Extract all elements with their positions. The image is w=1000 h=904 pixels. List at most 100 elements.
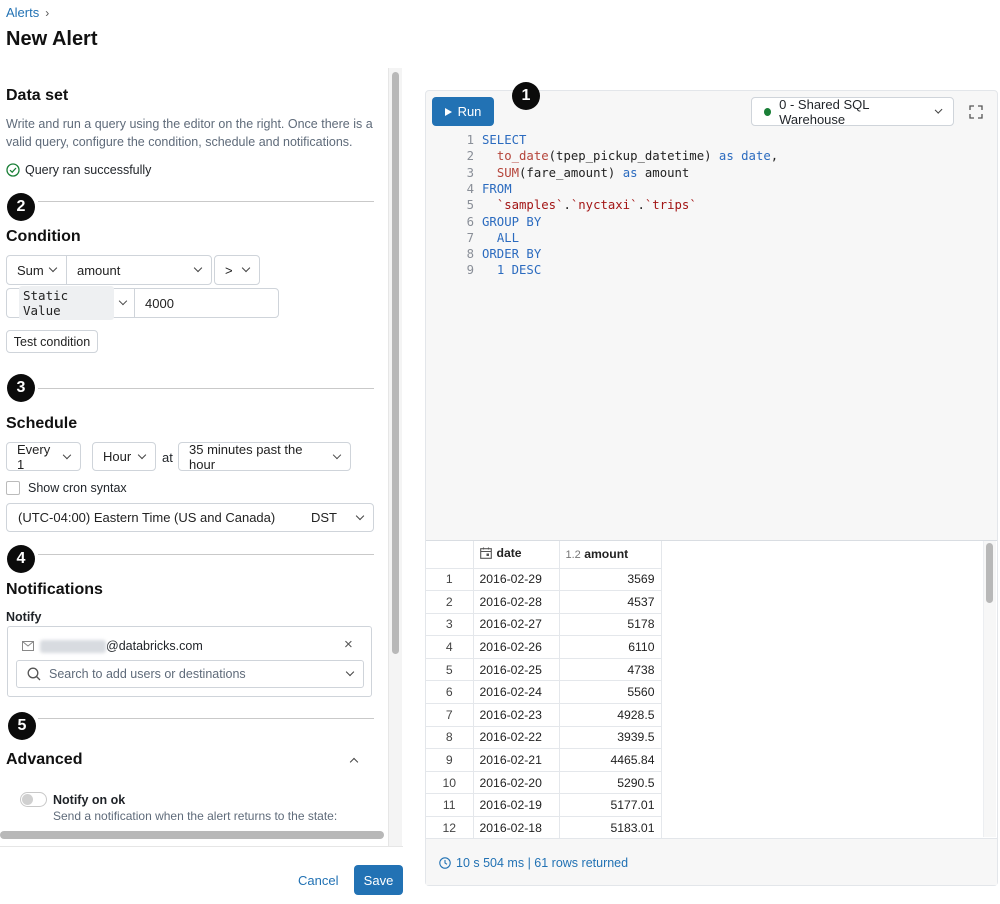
play-icon [444, 107, 452, 116]
row-index-cell: 10 [426, 771, 474, 795]
search-icon [27, 667, 41, 681]
cancel-button[interactable]: Cancel [298, 873, 338, 888]
table-row: 7 2016-02-23 4928.5 [426, 703, 662, 727]
remove-recipient-icon[interactable]: × [344, 636, 353, 653]
advanced-title: Advanced [6, 751, 83, 768]
date-cell: 2016-02-27 [473, 613, 560, 637]
cron-syntax-checkbox[interactable] [6, 481, 20, 495]
code-line[interactable]: 4 FROM [455, 182, 512, 198]
schedule-unit-select[interactable]: Hour [92, 442, 156, 471]
amount-cell: 5183.01 [559, 816, 662, 840]
query-status-text: Query ran successfully [25, 163, 152, 177]
table-row: 6 2016-02-24 5560 [426, 680, 662, 705]
row-index-cell: 9 [426, 748, 474, 772]
column-header-date[interactable]: date [473, 541, 560, 569]
amount-cell: 4465.84 [559, 748, 662, 772]
code-token: FROM [482, 181, 512, 196]
left-panel-horizontal-scrollbar[interactable] [0, 831, 384, 839]
amount-cell: 4928.5 [559, 703, 662, 727]
fullscreen-icon[interactable] [969, 105, 983, 119]
step-badge-4: 4 [7, 545, 35, 573]
code-line[interactable]: 8 ORDER BY [455, 247, 542, 263]
code-line[interactable]: 3 SUM (fare_amount) as amount [455, 165, 690, 182]
code-line[interactable]: 9 1 DESC [455, 263, 542, 279]
run-button[interactable]: Run [432, 97, 494, 126]
numeric-type-badge: 1.2 [565, 549, 581, 562]
aggregation-select[interactable]: Sum [6, 255, 67, 285]
table-row: 10 2016-02-20 5290.5 [426, 771, 662, 795]
timezone-select[interactable]: (UTC-04:00) Eastern Time (US and Canada)… [6, 503, 374, 532]
chevron-down-icon [355, 511, 365, 520]
amount-cell: 3939.5 [559, 726, 662, 750]
recipients-box: @databricks.com × Search to add users or… [7, 626, 372, 697]
row-index-cell: 12 [426, 816, 474, 840]
collapse-advanced-icon[interactable] [349, 752, 359, 770]
section-divider [38, 718, 374, 719]
results-footer: 10 s 504 ms | 61 rows returned [426, 838, 997, 885]
amount-cell: 4738 [559, 658, 662, 682]
line-number: 3 [466, 165, 474, 180]
schedule-title: Schedule [6, 415, 78, 432]
check-circle-icon [6, 163, 20, 177]
breadcrumb-alerts-link[interactable]: Alerts [6, 5, 39, 20]
table-row: 5 2016-02-25 4738 [426, 658, 662, 682]
execution-summary: 10 s 504 ms | 61 rows returned [439, 856, 628, 870]
left-panel-scrollbar[interactable] [392, 72, 399, 654]
step-badge-2: 2 [7, 193, 35, 221]
amount-cell: 5178 [559, 613, 662, 637]
table-row: 1 2016-02-29 3569 [426, 568, 662, 592]
table-row: 8 2016-02-22 3939.5 [426, 726, 662, 750]
results-scrollbar[interactable] [986, 543, 993, 603]
notify-on-ok-toggle[interactable] [20, 792, 47, 807]
code-token: , [770, 149, 779, 164]
column-select[interactable]: amount [66, 255, 212, 285]
code-token: GROUP BY [482, 214, 542, 229]
mail-icon [22, 641, 34, 651]
date-cell: 2016-02-18 [473, 816, 560, 840]
code-token: . [563, 198, 571, 213]
row-index-cell: 4 [426, 635, 474, 659]
code-line[interactable]: 1 SELECT [455, 133, 527, 149]
date-cell: 2016-02-23 [473, 703, 560, 727]
date-cell: 2016-02-22 [473, 726, 560, 750]
column-header-amount[interactable]: 1.2 amount [559, 541, 662, 569]
query-status: Query ran successfully [6, 163, 151, 177]
save-button[interactable]: Save [354, 865, 403, 895]
line-number: 8 [466, 247, 474, 262]
recipient-search-input[interactable]: Search to add users or destinations [16, 660, 364, 688]
line-number: 6 [466, 214, 474, 229]
test-condition-button[interactable]: Test condition [6, 330, 98, 353]
code-token: (fare_amount) [519, 165, 623, 180]
section-divider [38, 201, 374, 202]
code-token: ORDER BY [482, 247, 542, 262]
code-line[interactable]: 2 to_date (tpep_pickup_datetime) as date, [455, 149, 779, 165]
code-line[interactable]: 6 GROUP BY [455, 214, 542, 231]
code-token: 1 DESC [496, 263, 542, 278]
amount-cell: 3569 [559, 568, 662, 592]
warehouse-select[interactable]: 0 - Shared SQL Warehouse [751, 97, 954, 127]
line-number: 2 [466, 149, 474, 164]
notify-label: Notify [6, 610, 42, 624]
code-token: `trips` [644, 198, 697, 213]
date-cell: 2016-02-21 [473, 748, 560, 772]
schedule-minutes-select[interactable]: 35 minutes past the hour [178, 442, 351, 472]
schedule-interval-select[interactable]: Every 1 [6, 442, 81, 472]
cron-syntax-option: Show cron syntax [6, 481, 127, 495]
date-cell: 2016-02-25 [473, 658, 560, 682]
code-line[interactable]: 7 ALL [455, 231, 519, 247]
threshold-value-input[interactable]: 4000 [134, 288, 279, 318]
search-placeholder: Search to add users or destinations [49, 667, 246, 681]
recipient-chip: @databricks.com [22, 639, 203, 653]
notify-on-ok-description: Send a notification when the alert retur… [53, 809, 338, 823]
dataset-title: Data set [6, 87, 69, 104]
code-token: `samples` [496, 198, 564, 213]
chevron-down-icon [193, 263, 203, 273]
section-divider [38, 388, 374, 389]
code-line[interactable]: 5 `samples`. `nyctaxi`. `trips` [455, 198, 697, 214]
value-type-select[interactable]: Static Value [6, 286, 135, 320]
row-index-cell: 1 [426, 568, 474, 592]
table-row: 9 2016-02-21 4465.84 [426, 748, 662, 772]
operator-select[interactable]: > [214, 255, 260, 285]
code-token: ALL [496, 230, 520, 245]
